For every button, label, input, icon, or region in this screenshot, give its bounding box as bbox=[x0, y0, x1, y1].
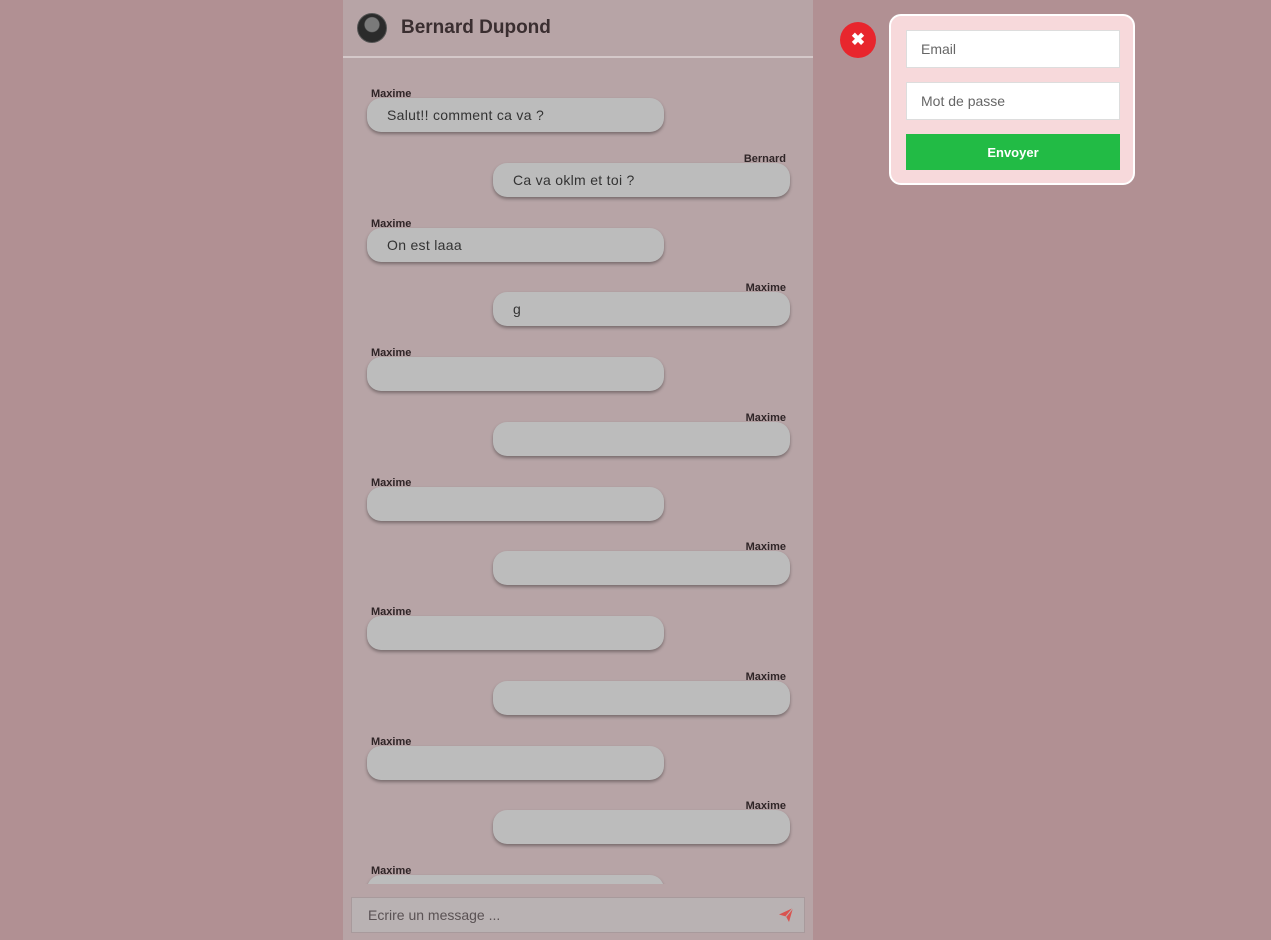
message-bubble[interactable]: g bbox=[493, 292, 790, 326]
submit-button[interactable]: Envoyer bbox=[906, 134, 1120, 170]
chat-panel: Bernard Dupond Maxime Salut!! comment ca … bbox=[343, 0, 813, 940]
login-card: Envoyer bbox=[889, 14, 1135, 185]
contact-name: Bernard Dupond bbox=[401, 17, 551, 38]
close-button[interactable]: ✖ bbox=[840, 22, 876, 58]
email-field[interactable] bbox=[906, 30, 1120, 68]
chat-header: Bernard Dupond bbox=[343, 0, 813, 58]
message-list[interactable]: Maxime Salut!! comment ca va ? Bernard Ca v… bbox=[343, 58, 813, 884]
message-bubble[interactable]: Salut!! comment ca va ? bbox=[367, 98, 664, 132]
message-bubble[interactable] bbox=[367, 746, 664, 780]
message-bubble[interactable] bbox=[367, 875, 664, 884]
message-bubble[interactable] bbox=[367, 616, 664, 650]
message-bubble[interactable] bbox=[493, 810, 790, 844]
message-composer bbox=[351, 897, 805, 933]
message-input[interactable] bbox=[366, 906, 770, 924]
paper-plane-icon[interactable] bbox=[778, 907, 794, 923]
message-bubble[interactable]: On est laaa bbox=[367, 228, 664, 262]
message-bubble[interactable] bbox=[493, 681, 790, 715]
message-bubble[interactable] bbox=[367, 357, 664, 391]
avatar[interactable] bbox=[357, 13, 387, 43]
message-bubble[interactable] bbox=[367, 487, 664, 521]
message-bubble[interactable] bbox=[493, 551, 790, 585]
close-icon: ✖ bbox=[850, 30, 866, 49]
message-bubble[interactable] bbox=[493, 422, 790, 456]
password-field[interactable] bbox=[906, 82, 1120, 120]
message-bubble[interactable]: Ca va oklm et toi ? bbox=[493, 163, 790, 197]
